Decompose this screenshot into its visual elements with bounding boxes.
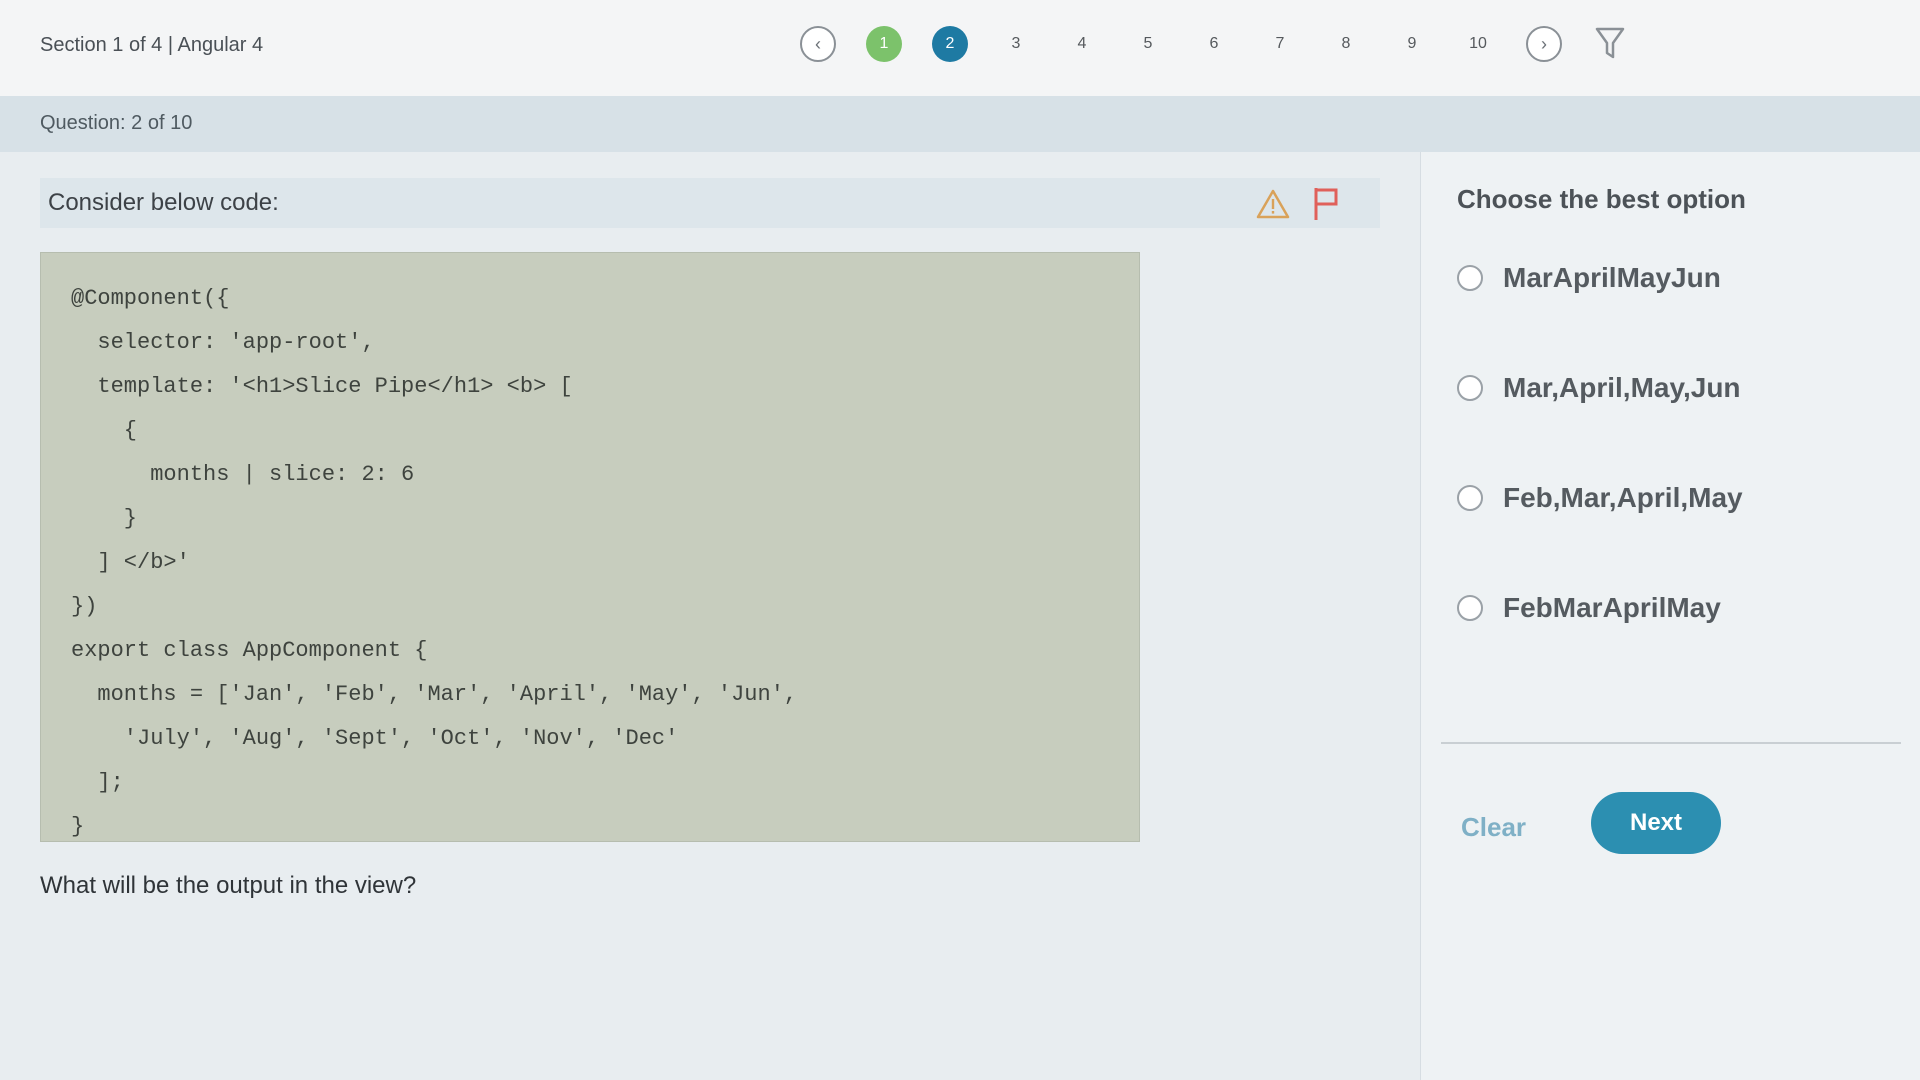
prev-question-button[interactable]: ‹ <box>800 26 836 62</box>
radio-button[interactable] <box>1457 265 1483 291</box>
radio-button[interactable] <box>1457 375 1483 401</box>
code-line: ] </b>' <box>71 550 190 575</box>
question-nav-9[interactable]: 9 <box>1394 26 1430 62</box>
chevron-right-icon: › <box>1541 33 1547 54</box>
code-line: selector: 'app-root', <box>71 330 375 355</box>
code-line: } <box>71 814 85 839</box>
question-nav-4[interactable]: 4 <box>1064 26 1100 62</box>
next-button[interactable]: Next <box>1591 792 1721 854</box>
answer-option-label: MarAprilMayJun <box>1503 262 1721 293</box>
divider <box>1441 742 1901 744</box>
header: Section 1 of 4 | Angular 4 ‹ 1 2 3 4 5 6… <box>0 0 1920 97</box>
question-bar: Question: 2 of 10 <box>0 96 1920 152</box>
flag-icon[interactable] <box>1312 186 1340 227</box>
answer-option-label: FebMarAprilMay <box>1503 592 1721 623</box>
question-counter: Question: 2 of 10 <box>40 112 193 134</box>
code-line: @Component({ <box>71 286 230 311</box>
clear-button[interactable]: Clear <box>1461 812 1526 843</box>
next-question-button[interactable]: › <box>1526 26 1562 62</box>
question-nav-3[interactable]: 3 <box>998 26 1034 62</box>
radio-button[interactable] <box>1457 485 1483 511</box>
code-line: ]; <box>71 770 124 795</box>
answer-option-label: Feb,Mar,April,May <box>1503 482 1743 513</box>
question-panel: Consider below code: @Component({select… <box>0 152 1420 1080</box>
code-line: 'July', 'Aug', 'Sept', 'Oct', 'Nov', 'De… <box>71 726 679 751</box>
answer-option-4[interactable]: FebMarAprilMay <box>1457 592 1721 624</box>
question-nav-5[interactable]: 5 <box>1130 26 1166 62</box>
answer-panel: Choose the best option MarAprilMayJun Ma… <box>1420 152 1920 1080</box>
section-label: Section 1 of 4 | Angular 4 <box>40 34 264 56</box>
warning-icon[interactable] <box>1256 188 1290 225</box>
question-nav-1[interactable]: 1 <box>866 26 902 62</box>
prompt-row: Consider below code: <box>40 178 1380 228</box>
question-actions <box>1256 186 1340 227</box>
answer-option-label: Mar,April,May,Jun <box>1503 372 1741 403</box>
question-nav-8[interactable]: 8 <box>1328 26 1364 62</box>
code-line: template: '<h1>Slice Pipe</h1> <b> [ <box>71 374 573 399</box>
code-line: } <box>71 506 138 531</box>
chevron-left-icon: ‹ <box>815 33 821 54</box>
radio-button[interactable] <box>1457 595 1483 621</box>
question-followup: What will be the output in the view? <box>40 872 417 899</box>
answer-heading: Choose the best option <box>1457 184 1746 214</box>
answer-option-2[interactable]: Mar,April,May,Jun <box>1457 372 1741 404</box>
code-block: @Component({ selector: 'app-root', templ… <box>40 252 1140 842</box>
code-line: months | slice: 2: 6 <box>71 462 415 487</box>
quiz-screen: Section 1 of 4 | Angular 4 ‹ 1 2 3 4 5 6… <box>0 0 1920 1080</box>
code-line: { <box>71 418 138 443</box>
code-line: }) <box>71 594 98 619</box>
answer-option-1[interactable]: MarAprilMayJun <box>1457 262 1721 294</box>
filter-icon[interactable] <box>1592 26 1628 62</box>
question-prompt: Consider below code: <box>48 189 279 216</box>
answer-option-3[interactable]: Feb,Mar,April,May <box>1457 482 1743 514</box>
question-nav-10[interactable]: 10 <box>1460 26 1496 62</box>
question-nav-2[interactable]: 2 <box>932 26 968 62</box>
code-line: months = ['Jan', 'Feb', 'Mar', 'April', … <box>71 682 798 707</box>
code-line: export class AppComponent { <box>71 638 428 663</box>
question-navigator: ‹ 1 2 3 4 5 6 7 8 9 10 › <box>800 26 1628 62</box>
question-nav-7[interactable]: 7 <box>1262 26 1298 62</box>
question-nav-6[interactable]: 6 <box>1196 26 1232 62</box>
